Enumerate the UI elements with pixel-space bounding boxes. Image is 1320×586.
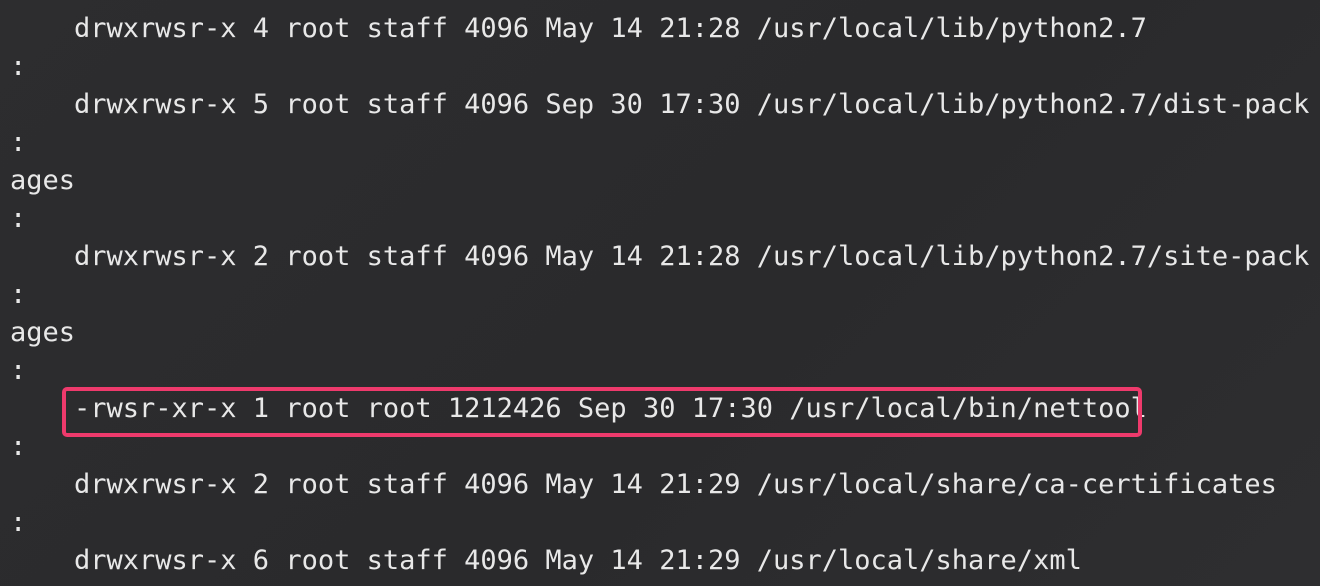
file-entry-ca-certificates: drwxrwsr-x 2 root staff 4096 May 14 21:2… <box>74 469 1277 500</box>
highlight-box <box>62 387 1142 437</box>
pager-separator: : <box>10 507 27 538</box>
pager-separator: : <box>10 279 27 310</box>
wrapped-continuation: ages <box>10 165 76 196</box>
terminal-output: drwxrwsr-x 4 root staff 4096 May 14 21:2… <box>0 0 1320 586</box>
pager-separator: : <box>10 127 27 158</box>
file-entry-python27: drwxrwsr-x 4 root staff 4096 May 14 21:2… <box>74 13 1147 44</box>
file-entry-xml: drwxrwsr-x 6 root staff 4096 May 14 21:2… <box>74 545 1082 576</box>
file-entry-site-packages: drwxrwsr-x 2 root staff 4096 May 14 21:2… <box>74 241 1310 272</box>
file-entry-dist-packages: drwxrwsr-x 5 root staff 4096 Sep 30 17:3… <box>74 89 1310 120</box>
pager-separator: : <box>10 431 27 462</box>
pager-separator: : <box>10 355 27 386</box>
wrapped-continuation: ages <box>10 317 76 348</box>
pager-separator: : <box>10 51 27 82</box>
pager-separator: : <box>10 203 27 234</box>
